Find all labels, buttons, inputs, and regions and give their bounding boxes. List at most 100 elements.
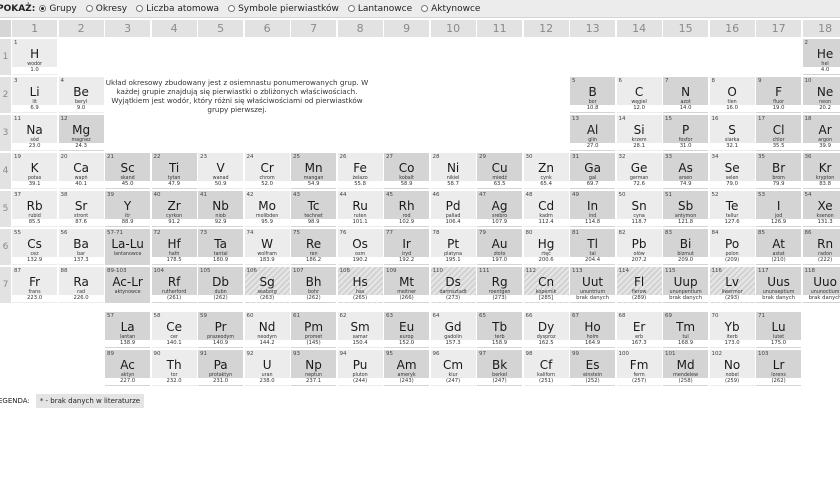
element-cn[interactable]: 112 Cn kopernik [285] [523, 267, 569, 303]
element-ru[interactable]: 44 Ru ruten 101.1 [337, 191, 383, 227]
element-no[interactable]: 102 No nobel (259) [709, 350, 755, 386]
element-y[interactable]: 39 Yitr 88.9 [105, 191, 151, 227]
element-b[interactable]: 5 Bbor 10.8 [570, 77, 616, 113]
element-lu[interactable]: 71 Lu lutet 175.0 [756, 312, 802, 348]
element-cm[interactable]: 96 Cm kiur (247) [430, 350, 476, 386]
element-ar[interactable]: 18 Ar argon 39.9 [802, 115, 840, 151]
element-cr[interactable]: 24 Cr chrom 52.0 [244, 153, 290, 189]
element-f[interactable]: 9 Ffluor 19.0 [756, 77, 802, 113]
element-sm[interactable]: 62 Sm samar 150.4 [337, 312, 383, 348]
element-mt[interactable]: 109 Mt meitner (266) [384, 267, 430, 303]
element-ag[interactable]: 47 Ag srebro 107.9 [477, 191, 523, 227]
element-xe[interactable]: 54 Xe ksenon 131.3 [802, 191, 840, 227]
element-gd[interactable]: 64 Gd gadolin 157.3 [430, 312, 476, 348]
element-c[interactable]: 6 Cwęgiel 12.0 [616, 77, 662, 113]
element-po[interactable]: 84 Po polon (209) [709, 229, 755, 265]
element-bi[interactable]: 83 Bi bizmut 209.0 [663, 229, 709, 265]
element-i[interactable]: 53 Ijod 126.9 [756, 191, 802, 227]
element-ta[interactable]: 73 Ta tantal 180.9 [198, 229, 244, 265]
element-se[interactable]: 34 Se selen 79.0 [709, 153, 755, 189]
element-md[interactable]: 101 Md mendelew (258) [663, 350, 709, 386]
element-au[interactable]: 79 Au złoto 197.0 [477, 229, 523, 265]
element-p[interactable]: 15 Pfosfor 31.0 [663, 115, 709, 151]
element-la[interactable]: 57 La lantan 138.9 [105, 312, 151, 348]
element-ce[interactable]: 58 Ce cer 140.1 [151, 312, 197, 348]
element-ba[interactable]: 56 Ba bar 137.3 [58, 229, 104, 265]
element-v[interactable]: 23 Vwanad 50.9 [198, 153, 244, 189]
element-sr[interactable]: 38 Sr stront 87.6 [58, 191, 104, 227]
element-cs[interactable]: 55 Cs cez 132.9 [12, 229, 58, 265]
element-s[interactable]: 16 Ssiarka 32.1 [709, 115, 755, 151]
element-db[interactable]: 105 Db dubn (262) [198, 267, 244, 303]
element-pa[interactable]: 91 Pa protaktyn 231.0 [198, 350, 244, 386]
element-al[interactable]: 13 Al glin 27.0 [570, 115, 616, 151]
element-cl[interactable]: 17 Cl chlor 35.5 [756, 115, 802, 151]
element-bk[interactable]: 97 Bk berkel (247) [477, 350, 523, 386]
element-np[interactable]: 93 Np neptun 237.1 [291, 350, 337, 386]
element-es[interactable]: 99 Es einstein (252) [570, 350, 616, 386]
element-am[interactable]: 95 Am ameryk (243) [384, 350, 430, 386]
element-in[interactable]: 49 In ind 114.8 [570, 191, 616, 227]
element-br[interactable]: 35 Br brom 79.9 [756, 153, 802, 189]
element-tm[interactable]: 69 Tm tul 168.9 [663, 312, 709, 348]
element-pd[interactable]: 46 Pd pallad 106.4 [430, 191, 476, 227]
element-rb[interactable]: 37 Rb rubid 85.5 [12, 191, 58, 227]
element-hs[interactable]: 108 Hs has (265) [337, 267, 383, 303]
element-fr[interactable]: 87 Fr frans 223.0 [12, 267, 58, 303]
element-fl[interactable]: 114 Fl flerow (289) [616, 267, 662, 303]
element-pu[interactable]: 94 Pu pluton (244) [337, 350, 383, 386]
element-kr[interactable]: 36 Kr krypton 83.8 [802, 153, 840, 189]
element-rn[interactable]: 86 Rn radon (222) [802, 229, 840, 265]
element-lr[interactable]: 103 Lr lorens (262) [756, 350, 802, 386]
element-lv[interactable]: 116 Lv liwermor (293) [709, 267, 755, 303]
element-u[interactable]: 92 Uuran 238.0 [244, 350, 290, 386]
element-sg[interactable]: 106 Sg seaborg (263) [244, 267, 290, 303]
element-ca[interactable]: 20 Ca wapń 40.1 [58, 153, 104, 189]
element-ac-lr[interactable]: 89-103 Ac-Lr aktynowce [105, 267, 151, 303]
element-cf[interactable]: 98 Cf kaliforn (251) [523, 350, 569, 386]
element-at[interactable]: 85 At astat (210) [756, 229, 802, 265]
element-as[interactable]: 33 As arsen 74.9 [663, 153, 709, 189]
element-pb[interactable]: 82 Pb ołów 207.2 [616, 229, 662, 265]
element-he[interactable]: 2 He hel 4.0 [802, 39, 840, 75]
element-zr[interactable]: 40 Zr cyrkon 91.2 [151, 191, 197, 227]
element-tl[interactable]: 81 Tl tal 204.4 [570, 229, 616, 265]
element-pr[interactable]: 59 Pr prazeodym 140.9 [198, 312, 244, 348]
element-n[interactable]: 7 Nazot 14.0 [663, 77, 709, 113]
element-mn[interactable]: 25 Mn mangan 54.9 [291, 153, 337, 189]
element-tb[interactable]: 65 Tb terb 158.9 [477, 312, 523, 348]
element-cu[interactable]: 29 Cu miedź 63.5 [477, 153, 523, 189]
element-dy[interactable]: 66 Dy dysproz 162.5 [523, 312, 569, 348]
element-ne[interactable]: 10 Ne neon 20.2 [802, 77, 840, 113]
element-bh[interactable]: 107 Bh bohr (262) [291, 267, 337, 303]
element-ti[interactable]: 22 Ti tytan 47.9 [151, 153, 197, 189]
element-ds[interactable]: 110 Ds darmsztadt (273) [430, 267, 476, 303]
element-yb[interactable]: 70 Yb iterb 173.0 [709, 312, 755, 348]
element-h[interactable]: 1 Hwodór 1.0 [12, 39, 58, 75]
element-k[interactable]: 19 Kpotas 39.1 [12, 153, 58, 189]
element-mg[interactable]: 12 Mg magnez 24.3 [58, 115, 104, 151]
element-co[interactable]: 27 Co kobalt 58.9 [384, 153, 430, 189]
element-pt[interactable]: 78 Pt platyna 195.1 [430, 229, 476, 265]
element-rh[interactable]: 45 Rh rod 102.9 [384, 191, 430, 227]
element-ra[interactable]: 88 Ra rad 226.0 [58, 267, 104, 303]
element-be[interactable]: 4 Be beryl 9.0 [58, 77, 104, 113]
element-sc[interactable]: 21 Sc skand 45.0 [105, 153, 151, 189]
element-rg[interactable]: 111 Rg roentgen (273) [477, 267, 523, 303]
element-ge[interactable]: 32 Ge german 72.6 [616, 153, 662, 189]
element-ac[interactable]: 89 Ac aktyn 227.0 [105, 350, 151, 386]
element-fe[interactable]: 26 Fe żelazo 55.8 [337, 153, 383, 189]
element-uut[interactable]: 113 Uut ununtrium brak danych [570, 267, 616, 303]
element-ni[interactable]: 28 Ni nikiel 58.7 [430, 153, 476, 189]
element-uup[interactable]: 115 Uup ununpentium brak danych [663, 267, 709, 303]
element-er[interactable]: 68 Er erb 167.3 [616, 312, 662, 348]
element-pm[interactable]: 61 Pm promet (145) [291, 312, 337, 348]
element-te[interactable]: 52 Te tellur 127.6 [709, 191, 755, 227]
element-o[interactable]: 8 Otlen 16.0 [709, 77, 755, 113]
element-os[interactable]: 76 Os osm 190.2 [337, 229, 383, 265]
element-eu[interactable]: 63 Eu europ 152.0 [384, 312, 430, 348]
element-tc[interactable]: 43 Tc technet 98.9 [291, 191, 337, 227]
element-na[interactable]: 11 Na sód 23.0 [12, 115, 58, 151]
element-th[interactable]: 90 Th tor 232.0 [151, 350, 197, 386]
element-nb[interactable]: 41 Nb niob 92.9 [198, 191, 244, 227]
